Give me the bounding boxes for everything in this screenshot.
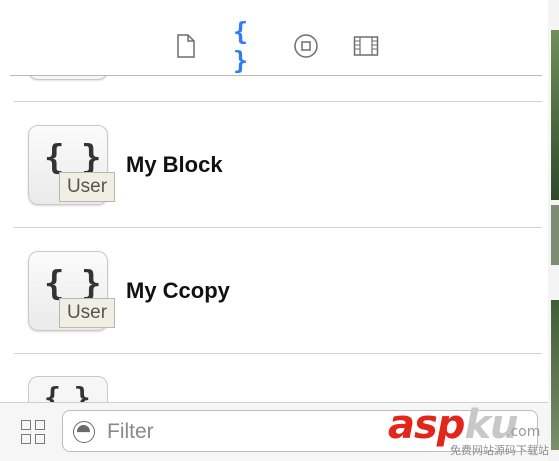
user-badge: User [59, 172, 115, 202]
partial-snippet-tile[interactable] [28, 76, 108, 80]
code-snippet-icon: { } User [28, 125, 115, 205]
grid-view-icon[interactable] [21, 420, 47, 446]
snippet-list[interactable]: { } User My Block { } User My Ccopy { } [0, 76, 548, 402]
filter-input[interactable] [105, 419, 369, 445]
code-snippet-tab[interactable]: { } [233, 17, 259, 75]
list-separator [14, 353, 542, 354]
file-icon [177, 34, 195, 58]
filter-icon[interactable] [73, 421, 95, 443]
partial-snippet-tile[interactable]: { } [28, 376, 108, 402]
user-badge: User [59, 298, 115, 328]
snippet-row-my-block[interactable]: { } User My Block [14, 102, 542, 228]
library-toolbar: { } [0, 0, 548, 76]
snippet-title: My Ccopy [126, 278, 230, 303]
media-icon [353, 36, 379, 56]
snippet-title: My Block [126, 152, 223, 177]
library-panel: { } {} User My Block {} User My Ccopy … [0, 0, 548, 461]
braces-icon: { } [233, 17, 249, 75]
media-library-tab[interactable] [353, 33, 379, 59]
snippet-row-my-ccopy[interactable]: { } User My Ccopy [14, 228, 542, 354]
object-icon [294, 34, 318, 58]
aspku-watermark: aspku .com 免费网站源码下载站 [388, 402, 558, 461]
background-window-edge [548, 0, 559, 461]
watermark-suffix: .com [506, 424, 541, 440]
watermark-caption: 免费网站源码下载站 [450, 444, 549, 457]
braces-glyph: { } [44, 381, 91, 402]
code-snippet-icon: { } User [28, 251, 115, 331]
file-template-tab[interactable] [173, 33, 199, 59]
object-library-tab[interactable] [293, 33, 319, 59]
